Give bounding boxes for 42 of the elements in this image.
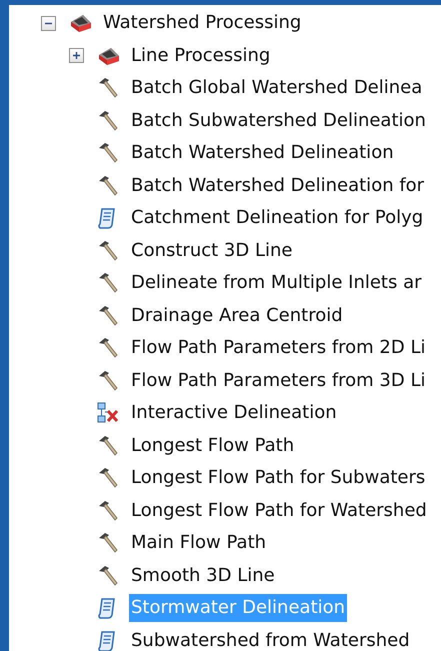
hammer-icon (97, 467, 119, 490)
tree-item[interactable]: Subwatershed from Watershed (129, 626, 412, 651)
tree-item[interactable]: Longest Flow Path for Subwaters (129, 464, 428, 492)
tree-item[interactable]: Batch Subwatershed Delineation (129, 106, 428, 135)
hammer-icon (97, 272, 119, 294)
tree-item[interactable]: Main Flow Path (129, 529, 268, 558)
hammer-icon (97, 564, 119, 587)
tree-item[interactable]: Delineate from Multiple Inlets ar (129, 269, 424, 298)
hammer-icon (97, 370, 119, 392)
script-icon (97, 207, 117, 230)
hammer-icon (97, 500, 119, 522)
tree-item[interactable]: Interactive Delineation (129, 399, 339, 428)
hammer-icon (97, 434, 119, 457)
toolbox-icon (69, 13, 93, 34)
hammer-icon (97, 142, 119, 164)
tree-item[interactable]: Longest Flow Path (129, 432, 296, 460)
script-icon (97, 630, 117, 651)
collapse-toggle[interactable] (41, 16, 56, 31)
tree-item[interactable]: Longest Flow Path for Watershed (129, 496, 429, 525)
tree-item[interactable]: Drainage Area Centroid (129, 302, 345, 330)
hammer-icon (97, 304, 119, 327)
hammer-icon (97, 77, 119, 100)
script-icon (97, 597, 117, 620)
tree-item[interactable]: Batch Watershed Delineation for (129, 172, 426, 200)
tree-item[interactable]: Flow Path Parameters from 2D Li (129, 334, 428, 362)
hammer-icon (97, 240, 119, 262)
tree-item[interactable]: Line Processing (129, 42, 272, 70)
hammer-icon (97, 532, 119, 554)
tree-item[interactable]: Catchment Delineation for Polyg (129, 204, 426, 232)
tree-item[interactable]: Watershed Processing (101, 9, 304, 38)
tree-item[interactable]: Batch Watershed Delineation (129, 139, 396, 168)
model-icon (97, 402, 119, 424)
toolbox-icon (97, 46, 121, 66)
tree-item[interactable]: Construct 3D Line (129, 236, 294, 265)
tree-item[interactable]: Smooth 3D Line (129, 562, 277, 590)
expand-toggle[interactable] (69, 48, 84, 64)
hammer-icon (97, 110, 119, 132)
hammer-icon (97, 337, 119, 360)
tree-item[interactable]: Batch Global Watershed Delinea (129, 74, 424, 102)
plus-icon (72, 51, 81, 60)
hammer-icon (97, 174, 119, 197)
tree-item[interactable]: Flow Path Parameters from 3D Li (129, 366, 428, 395)
